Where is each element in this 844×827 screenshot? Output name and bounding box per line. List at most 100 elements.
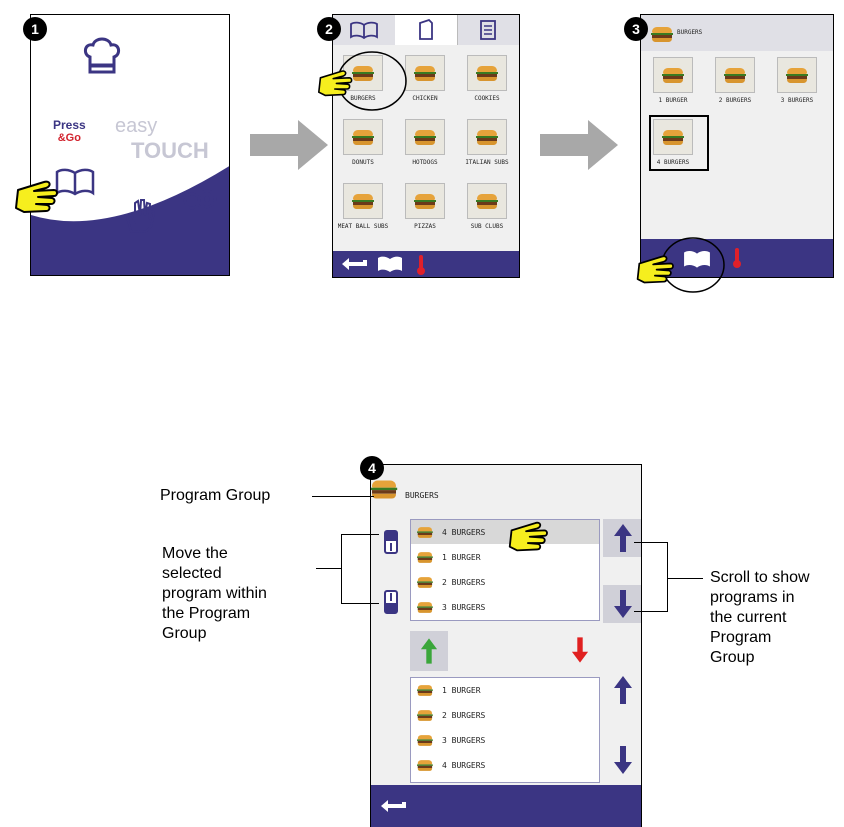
program-row[interactable]: 3 BURGERS xyxy=(411,595,599,619)
callout-bracket xyxy=(667,578,703,579)
group-header: BURGERS xyxy=(641,15,833,51)
arrow-up-icon xyxy=(614,524,632,552)
program-group-label: HOTDOGS xyxy=(412,159,438,166)
remove-program-button[interactable] xyxy=(571,635,589,665)
thermometer-icon[interactable] xyxy=(415,254,427,276)
thermometer-icon[interactable] xyxy=(731,247,743,269)
step-badge-3: 3 xyxy=(624,17,648,41)
program-group-tile[interactable] xyxy=(405,55,445,91)
scroll-down-button[interactable] xyxy=(603,585,641,623)
pointing-hand-icon xyxy=(508,521,548,552)
add-program-button[interactable] xyxy=(410,631,448,671)
program-row-label: 3 BURGERS xyxy=(442,602,486,612)
program-row-label: 4 BURGERS xyxy=(442,527,486,537)
program-group-label: SUB CLUBS xyxy=(470,223,504,230)
scroll-up-button[interactable] xyxy=(603,519,641,557)
tab-document[interactable] xyxy=(395,15,458,45)
sound-icon[interactable] xyxy=(183,185,217,213)
burger-icon xyxy=(417,709,433,721)
group-header: BURGERS xyxy=(371,465,641,509)
program-group-tile[interactable] xyxy=(343,183,383,219)
tab-bar xyxy=(333,15,519,45)
next-arrow-1 xyxy=(250,120,328,170)
program-row-label: 1 BURGER xyxy=(442,685,481,695)
chef-hat-icon[interactable] xyxy=(81,35,123,77)
program-group-tile[interactable] xyxy=(343,119,383,155)
bottom-bar xyxy=(333,251,519,277)
burger-icon xyxy=(352,193,374,209)
burger-icon xyxy=(417,734,433,746)
group-title: BURGERS xyxy=(405,491,439,500)
tab-list[interactable] xyxy=(457,15,519,45)
program-tile[interactable] xyxy=(777,57,817,93)
burger-icon xyxy=(786,67,808,83)
back-icon[interactable] xyxy=(379,798,409,814)
program-group-label: ITALIAN SUBS xyxy=(465,159,509,166)
program-group-label: PIZZAS xyxy=(414,223,436,230)
move-up-button[interactable] xyxy=(383,529,399,555)
all-programs-list: 1 BURGER 2 BURGERS 3 BURGERS 4 BURGERS xyxy=(410,677,600,783)
scroll-callout: Scroll to show programs in the current Prog… xyxy=(710,569,810,666)
callout-bracket xyxy=(667,542,668,612)
program-row[interactable]: 2 BURGERS xyxy=(411,570,599,594)
pointing-hand-icon xyxy=(15,180,58,213)
burger-icon xyxy=(352,129,374,145)
program-group-tile[interactable] xyxy=(405,119,445,155)
program-row-label: 2 BURGERS xyxy=(442,710,486,720)
tab-book[interactable] xyxy=(333,15,396,45)
book-icon[interactable] xyxy=(55,167,95,197)
burger-icon xyxy=(662,67,684,83)
program-row[interactable]: 3 BURGERS xyxy=(411,728,599,752)
callout-bracket xyxy=(634,542,668,543)
burger-icon xyxy=(417,759,433,771)
program-tile[interactable] xyxy=(653,57,693,93)
callout-bracket xyxy=(341,534,342,604)
hand-icon[interactable] xyxy=(123,197,155,233)
program-row[interactable]: 1 BURGER xyxy=(411,678,599,702)
program-tile[interactable] xyxy=(715,57,755,93)
program-group-tile[interactable] xyxy=(467,183,507,219)
program-group-label: COOKIES xyxy=(474,95,500,102)
program-group-tile[interactable] xyxy=(405,183,445,219)
press-go-logo[interactable]: Press &Go xyxy=(53,118,86,144)
book-edit-icon[interactable] xyxy=(377,255,403,273)
step-badge-4: 4 xyxy=(360,456,384,480)
step-badge-1: 1 xyxy=(23,17,47,41)
burger-icon xyxy=(417,576,433,588)
list-icon xyxy=(480,20,496,40)
burger-icon xyxy=(414,65,436,81)
pointing-hand-icon xyxy=(318,70,353,97)
arrow-down-icon xyxy=(614,590,632,618)
bottom-bar xyxy=(371,785,641,827)
program-row-label: 2 BURGERS xyxy=(442,577,486,587)
burger-icon xyxy=(476,65,498,81)
program-group-tile[interactable] xyxy=(467,55,507,91)
program-row[interactable]: 4 BURGERS xyxy=(411,753,599,777)
burger-icon xyxy=(417,551,433,563)
program-row-label: 3 BURGERS xyxy=(442,735,486,745)
scroll-down-button[interactable] xyxy=(613,745,633,775)
burger-icon xyxy=(371,480,398,499)
program-label: 3 BURGERS xyxy=(780,97,814,104)
burger-icon xyxy=(651,27,673,42)
easytouch-logo[interactable]: easy TOUCH xyxy=(115,115,209,164)
callout-line xyxy=(312,496,374,497)
burger-icon xyxy=(414,129,436,145)
program-label: 1 BURGER xyxy=(658,97,688,104)
burger-icon xyxy=(476,129,498,145)
program-label: 2 BURGERS xyxy=(718,97,752,104)
program-row-label: 1 BURGER xyxy=(442,552,481,562)
callout-bracket xyxy=(341,534,379,535)
group-title: BURGERS xyxy=(677,29,703,36)
scroll-up-button[interactable] xyxy=(613,675,633,705)
move-down-button[interactable] xyxy=(383,589,399,615)
program-group-label: MEAT BALL SUBS xyxy=(337,223,389,230)
document-icon xyxy=(419,19,433,40)
green-arrow-up-icon xyxy=(420,638,438,664)
callout-bracket xyxy=(316,568,342,569)
callout-bracket xyxy=(341,603,379,604)
program-group-tile[interactable] xyxy=(467,119,507,155)
back-icon[interactable] xyxy=(341,256,369,272)
program-row[interactable]: 2 BURGERS xyxy=(411,703,599,727)
program-group-label: DONUTS xyxy=(352,159,374,166)
